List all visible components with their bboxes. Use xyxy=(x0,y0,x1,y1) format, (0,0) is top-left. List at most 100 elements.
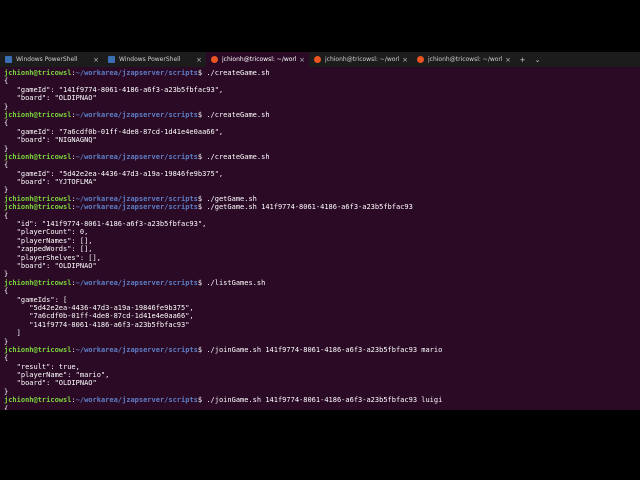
output-text: { xyxy=(4,211,9,220)
output-text: "playerName": "mario", xyxy=(4,371,110,380)
output-line: { xyxy=(4,161,636,169)
ubuntu-icon xyxy=(314,56,321,63)
prompt-line: jchionh@tricowsl:~/workarea/jzapserver/s… xyxy=(4,203,636,211)
prompt-path: ~/workarea/jzapserver/scripts xyxy=(75,69,198,77)
powershell-icon xyxy=(108,56,115,63)
prompt-line: jchionh@tricowsl:~/workarea/jzapserver/s… xyxy=(4,111,636,119)
command-text: ./listGames.sh xyxy=(206,278,266,287)
output-line: "board": "OLDIPNAO" xyxy=(4,379,636,387)
prompt-path: ~/workarea/jzapserver/scripts xyxy=(75,194,198,203)
output-text: { xyxy=(4,354,9,363)
tab-0[interactable]: Windows PowerShell × xyxy=(0,52,103,67)
output-line: "zappedWords": [], xyxy=(4,245,636,253)
output-line: { xyxy=(4,405,636,410)
command-text: ./joinGame.sh 141f9774-8061-4186-a6f3-a2… xyxy=(206,396,443,405)
output-text: "board": "OLDIPNAO" xyxy=(4,261,97,270)
powershell-icon xyxy=(5,56,12,63)
tab-1[interactable]: Windows PowerShell × xyxy=(103,52,206,67)
output-text: { xyxy=(4,119,9,128)
output-text: { xyxy=(4,77,9,86)
tab-title: Windows PowerShell xyxy=(119,56,181,63)
output-line: "playerCount": 0, xyxy=(4,228,636,236)
command-text: ./createGame.sh xyxy=(206,69,270,77)
output-text: "gameId": "5d42e2ea-4436-47d3-a19a-19846… xyxy=(4,169,224,178)
tab-title: jchionh@tricowsl: ~/workarea xyxy=(428,56,502,63)
prompt-line: jchionh@tricowsl:~/workarea/jzapserver/s… xyxy=(4,195,636,203)
prompt-path: ~/workarea/jzapserver/scripts xyxy=(75,203,198,212)
output-text: { xyxy=(4,161,9,170)
command-text: ./createGame.sh xyxy=(206,152,270,161)
tab-title: jchionh@tricowsl: ~/workarea xyxy=(325,56,399,63)
output-line: "result": true, xyxy=(4,363,636,371)
close-icon[interactable]: × xyxy=(196,56,202,64)
close-icon[interactable]: × xyxy=(402,56,408,64)
close-icon[interactable]: × xyxy=(299,56,305,64)
prompt-user: jchionh@tricowsl xyxy=(4,152,72,161)
output-text: } xyxy=(4,102,9,111)
output-line: "playerShelves": [], xyxy=(4,254,636,262)
tab-4[interactable]: jchionh@tricowsl: ~/workarea× xyxy=(412,52,515,67)
tab-dropdown-button[interactable]: ⌄ xyxy=(530,52,545,67)
tab-title: Windows PowerShell xyxy=(16,56,78,63)
new-tab-button[interactable]: + xyxy=(515,52,530,67)
output-text: "board": "OLDIPNAO" xyxy=(4,94,97,103)
output-text: } xyxy=(4,337,9,346)
output-text: "board": "NIGNAGNQ" xyxy=(4,136,97,145)
output-line: { xyxy=(4,354,636,362)
prompt-user: jchionh@tricowsl xyxy=(4,396,72,405)
close-icon[interactable]: × xyxy=(93,56,99,64)
prompt-path: ~/workarea/jzapserver/scripts xyxy=(75,278,198,287)
ubuntu-icon xyxy=(417,56,424,63)
command-text: ./getGame.sh xyxy=(206,194,257,203)
output-line: } xyxy=(4,145,636,153)
output-line: "gameId": "7a6cdf0b-01ff-4de8-87cd-1d41e… xyxy=(4,128,636,136)
output-text: "result": true, xyxy=(4,362,80,371)
output-line: "141f9774-8061-4186-a6f3-a23b5fbfac93" xyxy=(4,321,636,329)
output-line: "board": "NIGNAGNQ" xyxy=(4,136,636,144)
output-text: "board": "YJTOFLMA" xyxy=(4,178,97,187)
output-line: "board": "OLDIPNAO" xyxy=(4,262,636,270)
output-text: { xyxy=(4,287,9,296)
output-text: "playerNames": [], xyxy=(4,236,93,245)
output-line: "playerName": "mario", xyxy=(4,371,636,379)
output-line: } xyxy=(4,270,636,278)
prompt-line: jchionh@tricowsl:~/workarea/jzapserver/s… xyxy=(4,69,636,77)
output-text: } xyxy=(4,270,9,279)
output-text: } xyxy=(4,186,9,195)
output-text: "zappedWords": [], xyxy=(4,245,93,254)
output-line: "5d42e2ea-4436-47d3-a19a-19846fe9b375", xyxy=(4,304,636,312)
command-text: ./createGame.sh xyxy=(206,110,270,119)
prompt-path: ~/workarea/jzapserver/scripts xyxy=(75,396,198,405)
output-text: } xyxy=(4,387,9,396)
output-line: "7a6cdf0b-01ff-4de8-87cd-1d41e4e0aa66", xyxy=(4,312,636,320)
tab-bar: Windows PowerShell × Windows PowerShell × jc… xyxy=(0,52,640,67)
output-text: "gameId": "141f9774-8061-4186-a6f3-a23b5… xyxy=(4,85,224,94)
output-line: "gameIds": [ xyxy=(4,296,636,304)
output-line: "gameId": "5d42e2ea-4436-47d3-a19a-19846… xyxy=(4,170,636,178)
output-line: "board": "YJTOFLMA" xyxy=(4,178,636,186)
terminal-window: Windows PowerShell × Windows PowerShell × jc… xyxy=(0,52,640,410)
tab-3[interactable]: jchionh@tricowsl: ~/workarea× xyxy=(309,52,412,67)
close-icon[interactable]: × xyxy=(505,56,511,64)
output-text: "playerShelves": [], xyxy=(4,253,101,262)
output-line: "playerNames": [], xyxy=(4,237,636,245)
prompt-user: jchionh@tricowsl xyxy=(4,69,72,77)
terminal-output[interactable]: jchionh@tricowsl:~/workarea/jzapserver/s… xyxy=(4,69,636,410)
output-line: "gameId": "141f9774-8061-4186-a6f3-a23b5… xyxy=(4,86,636,94)
output-line: ] xyxy=(4,329,636,337)
output-text: } xyxy=(4,144,9,153)
prompt-user: jchionh@tricowsl xyxy=(4,345,72,354)
tab-2[interactable]: jchionh@tricowsl: ~/workarea× xyxy=(206,52,309,67)
command-text: ./joinGame.sh 141f9774-8061-4186-a6f3-a2… xyxy=(206,345,443,354)
output-text: "playerCount": 0, xyxy=(4,228,89,237)
tab-title: jchionh@tricowsl: ~/workarea xyxy=(222,56,296,63)
prompt-path: ~/workarea/jzapserver/scripts xyxy=(75,345,198,354)
output-line: } xyxy=(4,388,636,396)
output-text: "id": "141f9774-8061-4186-a6f3-a23b5fbfa… xyxy=(4,220,207,229)
output-text: ] xyxy=(4,329,21,338)
output-text: { xyxy=(4,404,9,410)
output-text: "5d42e2ea-4436-47d3-a19a-19846fe9b375", xyxy=(4,303,194,312)
output-text: "gameIds": [ xyxy=(4,295,68,304)
output-line: { xyxy=(4,119,636,127)
output-text: "7a6cdf0b-01ff-4de8-87cd-1d41e4e0aa66", xyxy=(4,312,194,321)
